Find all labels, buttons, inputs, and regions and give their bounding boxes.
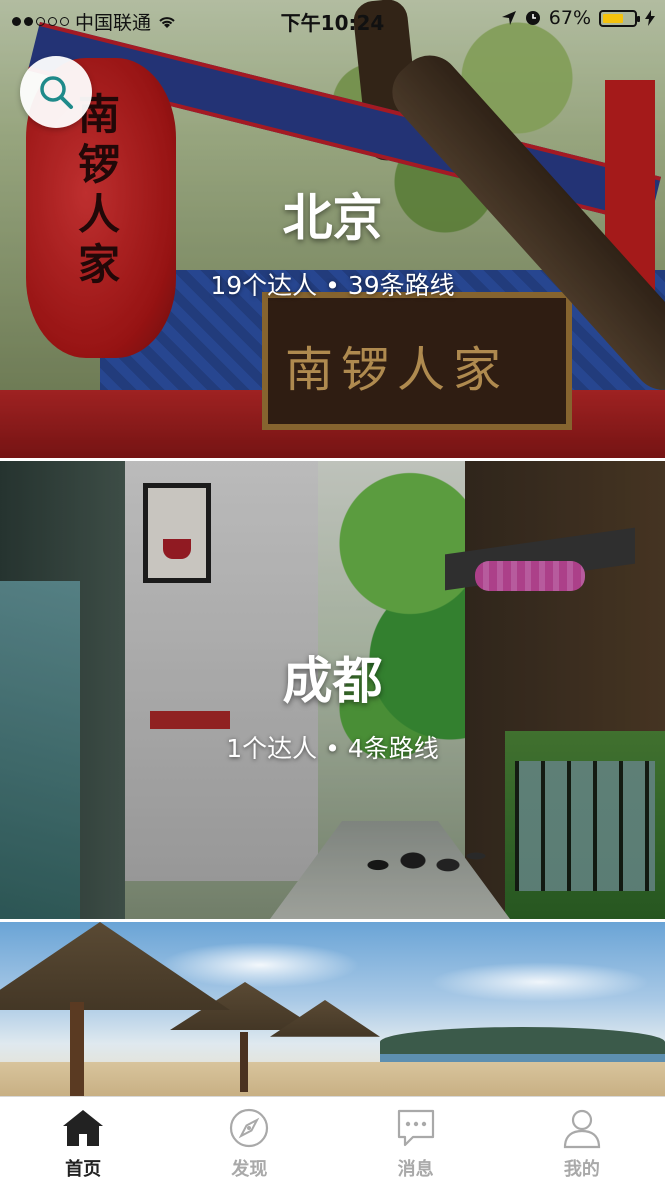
status-bar: 中国联通 下午10:24 67%: [0, 0, 665, 38]
alarm-icon: [525, 11, 540, 25]
home-icon: [61, 1107, 105, 1149]
city-photo-beach: [0, 922, 665, 1096]
city-stats: 19个达人 • 39条路线: [210, 271, 455, 300]
search-button[interactable]: [20, 56, 92, 128]
tab-profile[interactable]: 我的: [499, 1097, 665, 1182]
city-card-beach[interactable]: [0, 922, 665, 1096]
status-right: 67%: [501, 7, 655, 29]
battery-icon: [599, 9, 640, 27]
tab-home[interactable]: 首页: [0, 1097, 166, 1182]
city-name: 成都: [282, 652, 383, 710]
city-card-beijing[interactable]: 南锣人家 南锣人家 北京 19个达人 • 39条路线: [0, 0, 665, 458]
compass-icon: [227, 1107, 271, 1149]
profile-icon: [560, 1107, 604, 1149]
city-name: 北京: [282, 189, 383, 247]
search-icon: [40, 76, 73, 109]
tab-label: 发现: [231, 1159, 268, 1180]
location-arrow-icon: [501, 11, 516, 25]
city-card-chengdu[interactable]: 成都 1个达人 • 4条路线: [0, 461, 665, 919]
charging-icon: [645, 10, 655, 26]
city-stats: 1个达人 • 4条路线: [226, 734, 439, 763]
battery-fill: [603, 13, 623, 23]
tab-messages[interactable]: 消息: [333, 1097, 499, 1182]
message-icon: [394, 1107, 438, 1149]
tab-bar: 首页 发现 消息 我的: [0, 1096, 665, 1182]
battery-percent: 67%: [548, 7, 591, 29]
tab-discover[interactable]: 发现: [166, 1097, 332, 1182]
tab-label: 首页: [65, 1159, 102, 1180]
screen: 中国联通 下午10:24 67% 南锣人家 南锣人家 北京 19个达人 • 39…: [0, 0, 665, 1182]
tab-label: 我的: [563, 1159, 600, 1180]
tab-label: 消息: [397, 1159, 434, 1180]
